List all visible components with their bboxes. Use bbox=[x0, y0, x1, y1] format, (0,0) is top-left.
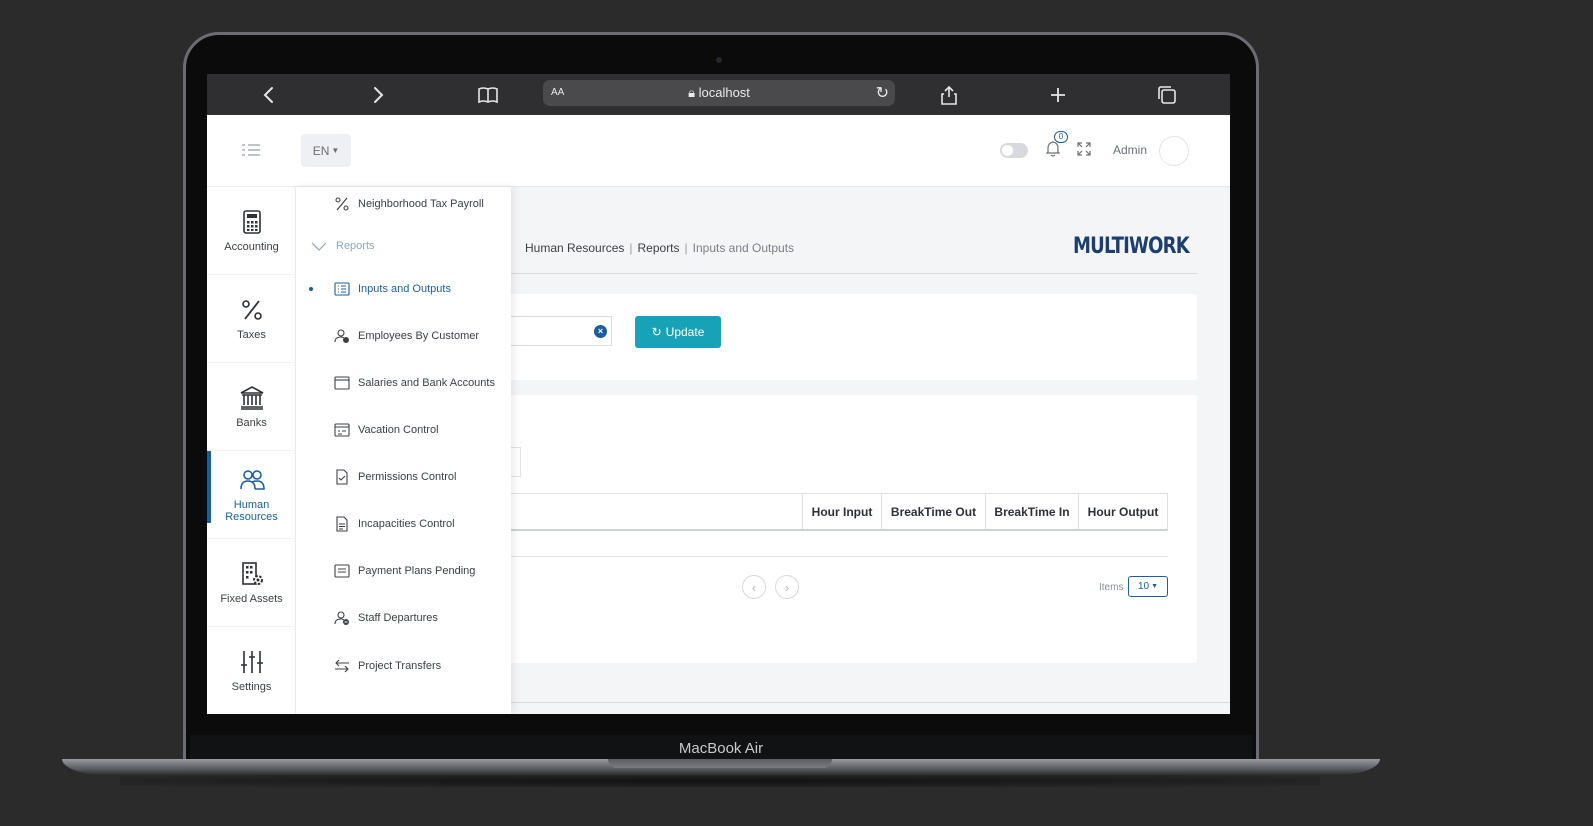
calculator-icon bbox=[242, 209, 261, 234]
sidebar-item-label: Banks bbox=[236, 416, 267, 429]
user-check-icon bbox=[334, 329, 349, 343]
submenu-item-staff-departures[interactable]: Staff Departures bbox=[296, 603, 511, 633]
sidebar-item-label: Accounting bbox=[224, 240, 279, 253]
notification-badge: 0 bbox=[1054, 131, 1068, 143]
sidebar-item-label: Taxes bbox=[237, 328, 266, 341]
company-logo: MULTIWORK bbox=[1069, 229, 1193, 263]
app-header: EN ▼ 0 Admin bbox=[207, 115, 1230, 187]
submenu-item-incapacities-control[interactable]: Incapacities Control bbox=[296, 509, 511, 539]
list-icon bbox=[334, 282, 350, 296]
submenu-item-project-transfers[interactable]: Project Transfers bbox=[296, 651, 511, 681]
building-gear-icon bbox=[241, 561, 263, 585]
new-tab-icon[interactable] bbox=[1045, 82, 1071, 108]
sidebar-item-banks[interactable]: Banks bbox=[207, 363, 296, 451]
file-check-icon bbox=[336, 469, 348, 485]
sliders-icon bbox=[240, 650, 263, 673]
page-size-value: 10 bbox=[1137, 581, 1150, 592]
transfer-icon bbox=[335, 659, 349, 673]
breadcrumb-human-resources[interactable]: Human Resources bbox=[525, 241, 624, 255]
theme-toggle[interactable] bbox=[1000, 143, 1028, 158]
column-hour-input[interactable]: Hour Input bbox=[802, 494, 881, 529]
submenu-flyout: Neighborhood Tax Payroll Reports Inputs … bbox=[296, 187, 511, 714]
sidebar-item-taxes[interactable]: Taxes bbox=[207, 275, 296, 363]
items-label: Items bbox=[1099, 582, 1124, 593]
sidebar-item-fixed-assets[interactable]: Fixed Assets bbox=[207, 539, 296, 627]
date-range-input[interactable]: × bbox=[507, 316, 612, 346]
percent-icon bbox=[241, 299, 262, 320]
table-card: Hour Input BreakTime Out BreakTime In Ho… bbox=[507, 395, 1197, 663]
forward-icon[interactable] bbox=[365, 82, 391, 108]
reload-icon[interactable]: ↻ bbox=[876, 83, 889, 103]
column-breaktime-out[interactable]: BreakTime Out bbox=[881, 494, 985, 529]
breadcrumb-reports[interactable]: Reports bbox=[638, 241, 680, 255]
calendar-icon bbox=[334, 423, 350, 437]
next-page-icon[interactable]: › bbox=[775, 575, 799, 599]
menu-toggle-icon[interactable] bbox=[241, 142, 261, 158]
submenu-item-payment-plans-pending[interactable]: Payment Plans Pending bbox=[296, 556, 511, 586]
sidebar-item-human-resources[interactable]: Human Resources bbox=[207, 451, 296, 539]
stage: AA 🔒︎ localhost ↻ EN ▼ 0 Admin Human Res… bbox=[0, 0, 1593, 826]
caret-down-icon: ▼ bbox=[331, 146, 340, 155]
submenu-item-inputs-and-outputs[interactable]: Inputs and Outputs bbox=[296, 274, 511, 304]
back-icon[interactable] bbox=[256, 82, 282, 108]
submenu-item-salaries-and-bank-accounts[interactable]: Salaries and Bank Accounts bbox=[296, 368, 511, 398]
language-selector[interactable]: EN ▼ bbox=[301, 134, 351, 167]
column-breaktime-in[interactable]: BreakTime In bbox=[985, 494, 1078, 529]
share-icon[interactable] bbox=[936, 82, 962, 108]
logo-text: MULTIWORK bbox=[1073, 233, 1190, 259]
file-text-icon bbox=[336, 516, 348, 532]
breadcrumb-current: Inputs and Outputs bbox=[692, 241, 795, 255]
users-icon bbox=[239, 469, 265, 490]
chevron-down-icon bbox=[311, 242, 327, 251]
main-content: Human Resources | Reports | Inputs and Outpu… bbox=[507, 187, 1230, 714]
screen: AA 🔒︎ localhost ↻ EN ▼ 0 Admin Human Res… bbox=[207, 74, 1230, 714]
table-header: Hour Input BreakTime Out BreakTime In Ho… bbox=[507, 493, 1168, 531]
sidebar-item-accounting[interactable]: Accounting bbox=[207, 187, 296, 275]
bookmarks-icon[interactable] bbox=[475, 82, 501, 108]
avatar[interactable] bbox=[1159, 136, 1189, 166]
submenu-item-permissions-control[interactable]: Permissions Control bbox=[296, 462, 511, 492]
browser-toolbar: AA 🔒︎ localhost ↻ bbox=[207, 74, 1230, 115]
breadcrumb: Human Resources | Reports | Inputs and Outpu… bbox=[525, 241, 795, 255]
submenu-item-vacation-control[interactable]: Vacation Control bbox=[296, 415, 511, 445]
bank-icon bbox=[240, 385, 263, 410]
filters-card: × ↻ Update bbox=[507, 294, 1197, 380]
device-label: MacBook Air bbox=[678, 739, 764, 757]
submenu-item-employees-by-customer[interactable]: Employees By Customer bbox=[296, 321, 511, 351]
receipt-icon bbox=[334, 564, 350, 578]
fullscreen-icon[interactable] bbox=[1077, 142, 1091, 156]
sidebar-item-label: Fixed Assets bbox=[220, 592, 283, 605]
caret-down-icon: ▼ bbox=[1151, 583, 1159, 590]
update-label: Update bbox=[665, 325, 705, 339]
refresh-icon: ↻ bbox=[651, 325, 662, 339]
card-icon bbox=[334, 376, 350, 390]
percent-icon bbox=[335, 197, 349, 211]
language-label: EN bbox=[312, 143, 330, 158]
module-sidebar: Accounting Taxes Banks Human Resources F… bbox=[207, 187, 296, 714]
page-size-select[interactable]: 10 ▼ bbox=[1128, 576, 1168, 597]
prev-page-icon[interactable]: ‹ bbox=[742, 575, 766, 599]
sidebar-item-label: Settings bbox=[231, 680, 272, 693]
address-bar[interactable]: AA 🔒︎ localhost ↻ bbox=[543, 80, 895, 106]
clear-icon[interactable]: × bbox=[594, 325, 607, 338]
laptop-chin: MacBook Air bbox=[190, 735, 1252, 761]
update-button[interactable]: ↻ Update bbox=[635, 316, 721, 348]
url-text: localhost bbox=[698, 85, 750, 100]
sidebar-item-settings[interactable]: Settings bbox=[207, 627, 296, 714]
camera-icon bbox=[716, 57, 722, 63]
sidebar-item-label: Human Resources bbox=[225, 498, 278, 523]
tabs-overview-icon[interactable] bbox=[1154, 82, 1180, 108]
submenu-item-neighborhood-tax-payroll[interactable]: Neighborhood Tax Payroll bbox=[296, 189, 511, 219]
column-hour-output[interactable]: Hour Output bbox=[1078, 494, 1167, 529]
user-minus-icon bbox=[334, 611, 349, 625]
user-name[interactable]: Admin bbox=[1113, 143, 1147, 157]
submenu-section-reports[interactable]: Reports bbox=[296, 231, 511, 261]
laptop-notch bbox=[608, 759, 832, 768]
lock-icon: 🔒︎ bbox=[688, 85, 695, 100]
